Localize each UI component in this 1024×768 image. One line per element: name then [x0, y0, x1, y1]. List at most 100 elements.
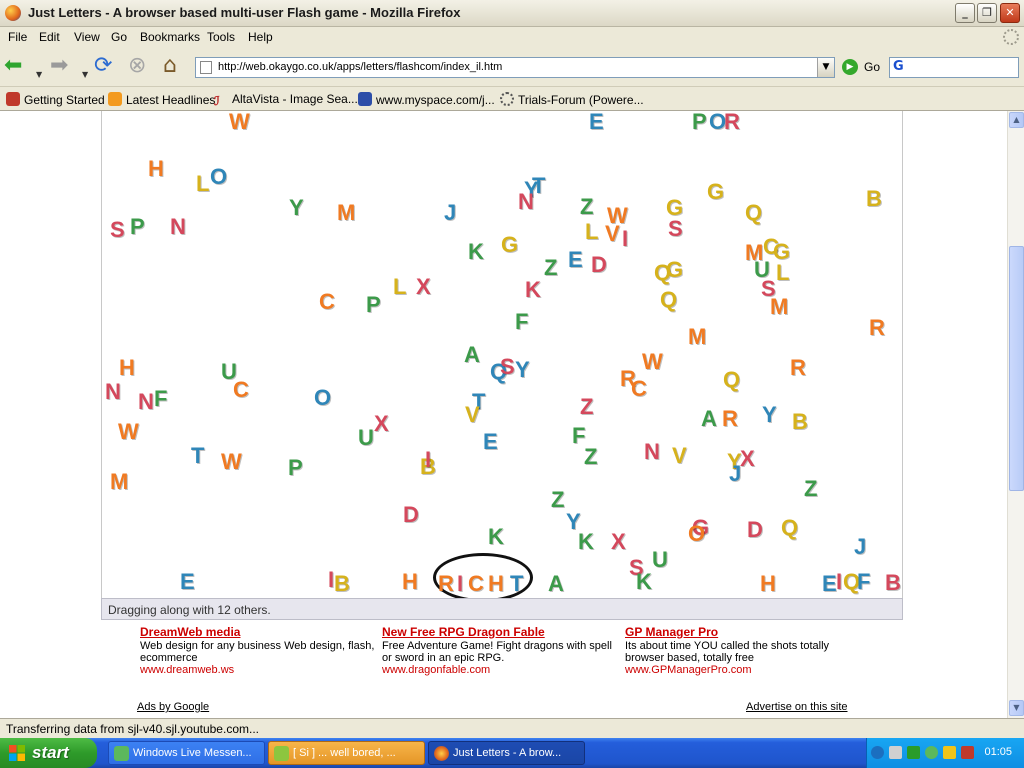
- game-letter[interactable]: Q: [723, 369, 740, 391]
- task-firefox-just-letters[interactable]: Just Letters - A brow...: [428, 741, 585, 765]
- game-letter[interactable]: O: [314, 387, 331, 409]
- forward-icon[interactable]: ➡: [50, 53, 68, 79]
- security-shield-icon[interactable]: [961, 746, 974, 759]
- menu-edit[interactable]: Edit: [39, 30, 60, 44]
- reload-icon[interactable]: ⟳: [94, 53, 112, 79]
- game-letter[interactable]: W: [118, 421, 139, 443]
- url-bar[interactable]: http://web.okaygo.co.uk/apps/letters/fla…: [195, 57, 835, 78]
- game-letter[interactable]: E: [483, 431, 498, 453]
- game-letter[interactable]: T: [532, 175, 545, 197]
- game-letter[interactable]: E: [589, 111, 604, 133]
- game-letter[interactable]: N: [170, 216, 186, 238]
- game-letter[interactable]: I: [836, 571, 842, 593]
- bookmark-trials-forum[interactable]: Trials-Forum (Powere...: [500, 92, 644, 107]
- game-letter[interactable]: X: [416, 276, 431, 298]
- scroll-thumb[interactable]: [1009, 246, 1024, 491]
- game-letter[interactable]: N: [644, 441, 660, 463]
- game-letter[interactable]: C: [233, 379, 249, 401]
- game-letter[interactable]: W: [221, 451, 242, 473]
- game-letter[interactable]: Z: [584, 446, 597, 468]
- task-windows-live-messenger[interactable]: Windows Live Messen...: [108, 741, 265, 765]
- game-letter[interactable]: O: [688, 523, 705, 545]
- game-letter[interactable]: Y: [289, 197, 304, 219]
- game-letter[interactable]: X: [740, 448, 755, 470]
- game-letter[interactable]: K: [468, 241, 484, 263]
- game-letter[interactable]: D: [747, 519, 763, 541]
- game-letter[interactable]: F: [154, 388, 167, 410]
- game-letter[interactable]: J: [729, 463, 741, 485]
- game-letter[interactable]: R: [438, 573, 454, 595]
- game-letter[interactable]: F: [857, 571, 870, 593]
- game-letter[interactable]: P: [130, 216, 145, 238]
- game-letter[interactable]: E: [822, 573, 837, 595]
- game-letter[interactable]: K: [525, 279, 541, 301]
- game-letter[interactable]: V: [672, 445, 687, 467]
- ad-url[interactable]: www.dreamweb.ws: [140, 664, 380, 676]
- ad-dreamweb[interactable]: DreamWeb media Web design for any busine…: [140, 625, 380, 676]
- game-letter[interactable]: Z: [544, 257, 557, 279]
- game-letter[interactable]: X: [374, 413, 389, 435]
- bookmark-getting-started[interactable]: Getting Started: [6, 92, 105, 107]
- game-letter[interactable]: V: [465, 404, 480, 426]
- game-letter[interactable]: M: [110, 471, 128, 493]
- game-letter[interactable]: H: [488, 573, 504, 595]
- game-letter[interactable]: F: [515, 311, 528, 333]
- scroll-up-icon[interactable]: ▲: [1009, 112, 1024, 128]
- close-button[interactable]: ✕: [1000, 3, 1020, 23]
- game-letter[interactable]: Q: [781, 517, 798, 539]
- game-letter[interactable]: C: [468, 573, 484, 595]
- game-letter[interactable]: I: [457, 573, 463, 595]
- game-letter[interactable]: H: [148, 158, 164, 180]
- flash-game-area[interactable]: WEPORHLOYTNGBSPNYMJZWLVIGSQKGZEDMCGULQGS…: [101, 111, 903, 620]
- go-button[interactable]: Go: [864, 60, 880, 74]
- game-letter[interactable]: E: [568, 249, 583, 271]
- messenger-tray-icon[interactable]: [925, 746, 938, 759]
- minimize-button[interactable]: _: [955, 3, 975, 23]
- game-letter[interactable]: O: [210, 166, 227, 188]
- game-letter[interactable]: N: [105, 381, 121, 403]
- game-letter[interactable]: M: [770, 296, 788, 318]
- home-icon[interactable]: ⌂: [163, 53, 177, 79]
- game-letter[interactable]: L: [585, 221, 598, 243]
- menu-view[interactable]: View: [74, 30, 100, 44]
- back-icon[interactable]: ⬅: [4, 53, 22, 79]
- game-letter[interactable]: K: [488, 526, 504, 548]
- game-letter[interactable]: N: [138, 391, 154, 413]
- app-tray-icon[interactable]: [907, 746, 920, 759]
- menu-file[interactable]: File: [8, 30, 27, 44]
- tray-chevron-icon[interactable]: [871, 746, 884, 759]
- bookmark-altavista[interactable]: ℐ AltaVista - Image Sea...: [214, 92, 358, 108]
- go-icon[interactable]: ▶: [842, 59, 858, 75]
- game-letter[interactable]: N: [518, 191, 534, 213]
- ad-dragonfable[interactable]: New Free RPG Dragon Fable Free Adventure…: [382, 625, 622, 676]
- game-letter[interactable]: R: [869, 317, 885, 339]
- menu-tools[interactable]: Tools: [207, 30, 235, 44]
- search-input[interactable]: G: [889, 57, 1019, 78]
- game-letter[interactable]: D: [403, 504, 419, 526]
- game-letter[interactable]: M: [688, 326, 706, 348]
- game-letter[interactable]: W: [642, 351, 663, 373]
- game-letter[interactable]: H: [402, 571, 418, 593]
- game-letter[interactable]: D: [591, 254, 607, 276]
- game-letter[interactable]: K: [578, 531, 594, 553]
- game-letter[interactable]: L: [393, 276, 406, 298]
- ad-url[interactable]: www.GPManagerPro.com: [625, 664, 835, 676]
- url-dropdown-icon[interactable]: ▼: [817, 58, 834, 77]
- tip-icon[interactable]: [943, 746, 956, 759]
- game-letter[interactable]: I: [622, 228, 628, 250]
- game-letter[interactable]: Q: [745, 202, 762, 224]
- google-search-icon[interactable]: G: [893, 59, 904, 74]
- bookmark-latest-headlines[interactable]: Latest Headlines: [108, 92, 215, 107]
- ad-title[interactable]: New Free RPG Dragon Fable: [382, 625, 622, 639]
- ad-title[interactable]: GP Manager Pro: [625, 625, 835, 639]
- game-letter[interactable]: B: [792, 411, 808, 433]
- game-letter[interactable]: P: [692, 111, 707, 133]
- game-letter[interactable]: P: [366, 294, 381, 316]
- game-letter[interactable]: S: [110, 219, 125, 241]
- menu-go[interactable]: Go: [111, 30, 127, 44]
- game-letter[interactable]: Y: [515, 359, 530, 381]
- game-letter[interactable]: S: [668, 218, 683, 240]
- game-letter[interactable]: G: [707, 181, 724, 203]
- game-letter[interactable]: A: [464, 344, 480, 366]
- restore-button[interactable]: ❐: [977, 3, 997, 23]
